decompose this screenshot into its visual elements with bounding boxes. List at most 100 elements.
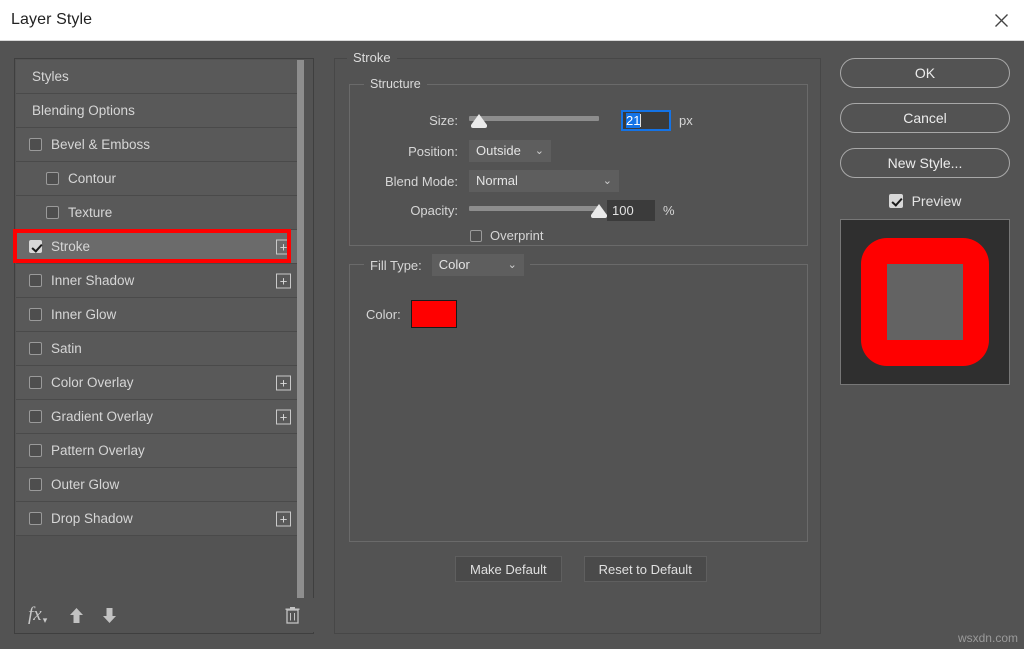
move-up-arrow-icon[interactable] xyxy=(69,607,84,624)
sidebar-item-satin[interactable]: Satin xyxy=(16,332,299,366)
styles-list[interactable]: Styles Blending Options Bevel & Emboss Cont… xyxy=(16,60,299,601)
move-down-arrow-icon[interactable] xyxy=(102,607,117,624)
add-effect-plus-icon[interactable]: + xyxy=(276,511,291,526)
blend-mode-dropdown[interactable]: Normal ⌄ xyxy=(469,170,619,192)
sidebar-item-color-overlay[interactable]: Color Overlay+ xyxy=(16,366,299,400)
preview-checkbox[interactable] xyxy=(889,194,903,208)
trash-glyph xyxy=(285,606,300,624)
add-effect-plus-icon[interactable]: + xyxy=(276,273,291,288)
size-slider-thumb[interactable] xyxy=(471,114,487,125)
overprint-row: Overprint xyxy=(350,228,790,243)
preview-stroke-shape xyxy=(861,238,989,366)
reset-to-default-button[interactable]: Reset to Default xyxy=(584,556,707,582)
close-button[interactable] xyxy=(978,0,1024,41)
sidebar-item-blending-options[interactable]: Blending Options xyxy=(16,94,299,128)
blend-mode-label: Blend Mode: xyxy=(350,174,458,189)
sidebar-item-label: Blending Options xyxy=(32,103,299,118)
size-label: Size: xyxy=(350,113,458,128)
delete-trash-icon[interactable] xyxy=(285,606,300,624)
checkbox-gradient-overlay[interactable] xyxy=(29,410,42,423)
add-effect-plus-icon[interactable]: + xyxy=(276,375,291,390)
opacity-input[interactable]: 100 xyxy=(607,200,655,221)
sidebar-item-label: Color Overlay xyxy=(51,375,299,390)
scrollbar-thumb[interactable] xyxy=(297,60,304,601)
fill-type-dropdown[interactable]: Color ⌄ xyxy=(432,254,524,276)
color-swatch-button[interactable] xyxy=(411,300,457,328)
fill-type-header: Fill Type: Color ⌄ xyxy=(364,254,530,276)
sidebar-item-label: Pattern Overlay xyxy=(51,443,299,458)
sidebar-item-contour[interactable]: Contour xyxy=(16,162,299,196)
checkbox-texture[interactable] xyxy=(46,206,59,219)
cancel-button[interactable]: Cancel xyxy=(840,103,1010,133)
fill-type-label: Fill Type: xyxy=(370,258,422,273)
checkbox-inner-shadow[interactable] xyxy=(29,274,42,287)
arrow-up-glyph xyxy=(69,607,84,624)
color-label: Color: xyxy=(366,307,401,322)
blend-mode-row: Blend Mode: Normal ⌄ xyxy=(350,170,790,192)
sidebar-item-label: Satin xyxy=(51,341,299,356)
size-row: Size: 21 px xyxy=(350,110,790,131)
checkbox-inner-glow[interactable] xyxy=(29,308,42,321)
sidebar-item-pattern-overlay[interactable]: Pattern Overlay xyxy=(16,434,299,468)
new-style-button[interactable]: New Style... xyxy=(840,148,1010,178)
sidebar-item-label: Texture xyxy=(68,205,299,220)
opacity-slider-track[interactable] xyxy=(469,206,599,211)
sidebar-item-bevel-emboss[interactable]: Bevel & Emboss xyxy=(16,128,299,162)
stroke-group-title: Stroke xyxy=(347,50,397,65)
sidebar-item-styles[interactable]: Styles xyxy=(16,60,299,94)
sidebar-item-inner-shadow[interactable]: Inner Shadow+ xyxy=(16,264,299,298)
checkbox-bevel-emboss[interactable] xyxy=(29,138,42,151)
sidebar-item-label: Contour xyxy=(68,171,299,186)
overprint-checkbox[interactable] xyxy=(470,230,482,242)
structure-group: Structure Size: 21 px Position: Outside … xyxy=(349,84,808,246)
position-row: Position: Outside ⌄ xyxy=(350,140,790,162)
sidebar-item-gradient-overlay[interactable]: Gradient Overlay+ xyxy=(16,400,299,434)
add-effect-plus-icon[interactable]: + xyxy=(276,409,291,424)
opacity-slider-thumb[interactable] xyxy=(591,204,607,215)
sidebar-item-label: Stroke xyxy=(51,239,299,254)
checkbox-color-overlay[interactable] xyxy=(29,376,42,389)
checkbox-pattern-overlay[interactable] xyxy=(29,444,42,457)
ok-button[interactable]: OK xyxy=(840,58,1010,88)
chevron-down-icon: ⌄ xyxy=(603,170,612,192)
watermark: wsxdn.com xyxy=(958,631,1018,645)
action-buttons-column: OK Cancel New Style... Preview xyxy=(840,58,1010,385)
sidebar-item-label: Gradient Overlay xyxy=(51,409,299,424)
sidebar-item-inner-glow[interactable]: Inner Glow xyxy=(16,298,299,332)
close-icon xyxy=(994,13,1009,28)
make-default-button[interactable]: Make Default xyxy=(455,556,562,582)
position-label: Position: xyxy=(350,144,458,159)
title-bar: Layer Style xyxy=(0,0,1024,41)
text-caret xyxy=(640,114,641,127)
size-slider[interactable] xyxy=(469,113,599,129)
size-slider-track[interactable] xyxy=(469,116,599,121)
dialog-body: Styles Blending Options Bevel & Emboss Cont… xyxy=(0,41,1024,649)
styles-toolbar: fx▾ xyxy=(16,598,314,632)
sidebar-item-texture[interactable]: Texture xyxy=(16,196,299,230)
add-effect-plus-icon[interactable]: + xyxy=(276,239,291,254)
size-input[interactable]: 21 xyxy=(621,110,671,131)
fx-effects-icon[interactable]: fx▾ xyxy=(28,604,47,626)
checkbox-outer-glow[interactable] xyxy=(29,478,42,491)
sidebar-item-drop-shadow[interactable]: Drop Shadow+ xyxy=(16,502,299,536)
checkbox-satin[interactable] xyxy=(29,342,42,355)
overprint-label: Overprint xyxy=(490,228,543,243)
fx-label: fx xyxy=(28,604,42,626)
checkbox-contour[interactable] xyxy=(46,172,59,185)
position-dropdown[interactable]: Outside ⌄ xyxy=(469,140,551,162)
sidebar-item-label: Inner Glow xyxy=(51,307,299,322)
color-row: Color: xyxy=(366,300,457,328)
sidebar-item-label: Bevel & Emboss xyxy=(51,137,299,152)
styles-scrollbar[interactable] xyxy=(297,60,304,601)
sidebar-item-outer-glow[interactable]: Outer Glow xyxy=(16,468,299,502)
opacity-slider[interactable] xyxy=(469,203,599,219)
sidebar-item-label: Inner Shadow xyxy=(51,273,299,288)
fill-type-group: Fill Type: Color ⌄ Color: xyxy=(349,264,808,542)
blend-mode-dropdown-value: Normal xyxy=(476,173,518,188)
arrow-down-glyph xyxy=(102,607,117,624)
stroke-settings-panel: Stroke Structure Size: 21 px Position: O… xyxy=(334,58,821,634)
sidebar-item-stroke[interactable]: Stroke+ xyxy=(16,230,299,264)
chevron-down-icon: ▾ xyxy=(43,615,48,626)
checkbox-stroke[interactable] xyxy=(29,240,42,253)
checkbox-drop-shadow[interactable] xyxy=(29,512,42,525)
